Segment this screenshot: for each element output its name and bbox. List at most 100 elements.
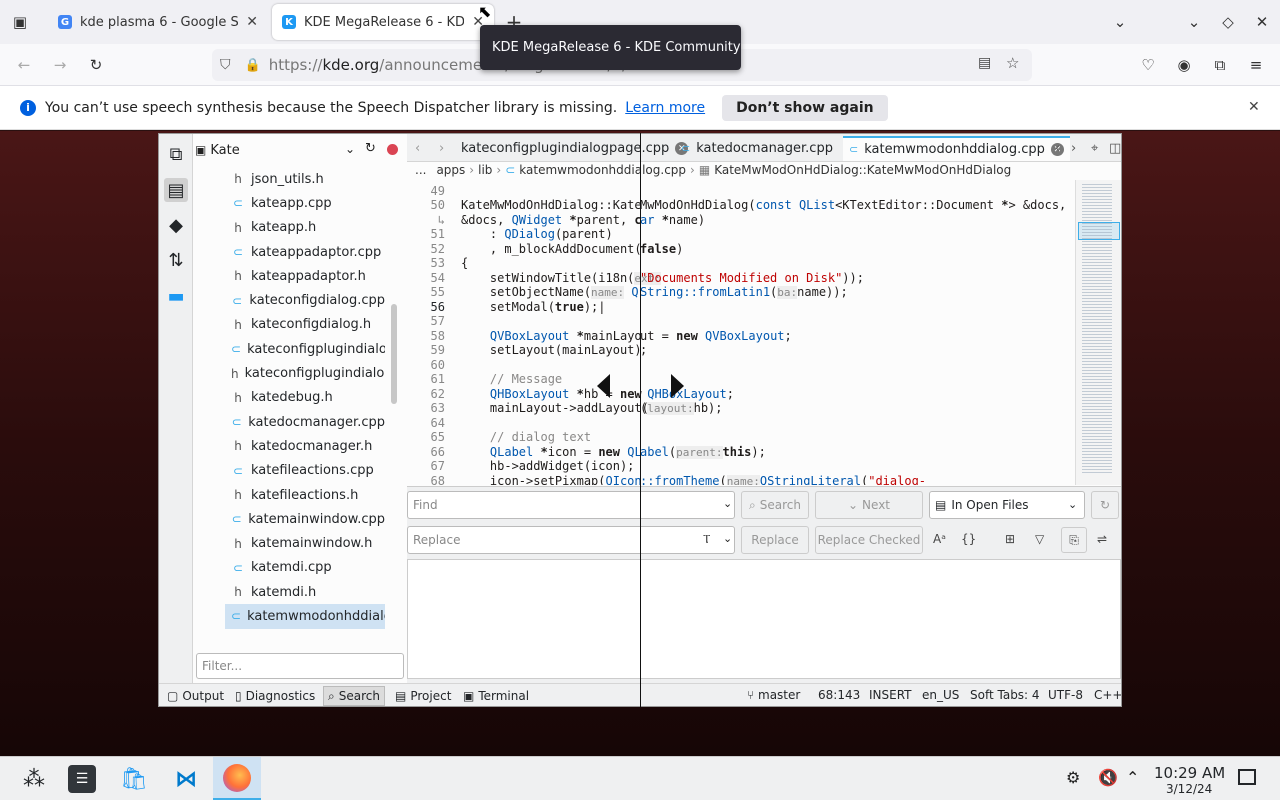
filter-input[interactable]: Filter... [196, 653, 404, 679]
close-window-icon[interactable]: ✕ [1250, 10, 1274, 34]
code-editor[interactable]: 49 50 ↳ 51 52 53 54 55 56 57 58 59 60 61 62 63 64 65 66 67 6… [407, 180, 1079, 485]
file-tree-item[interactable]: h kateappadaptor.h [225, 264, 385, 288]
account-icon[interactable]: ◉ [1172, 53, 1196, 77]
shield-icon[interactable]: ⛉ [220, 57, 231, 73]
breadcrumb-apps[interactable]: apps [436, 163, 465, 177]
tab-scroll-left-icon[interactable]: ‹ [1049, 136, 1066, 161]
refresh-search-icon[interactable]: ↻ [1091, 491, 1119, 519]
close-notification-icon[interactable]: ✕ [1248, 99, 1260, 115]
file-tree-item[interactable]: h kateconfigdialog.h [225, 313, 385, 337]
find-dropdown-icon[interactable]: ⌄ [723, 497, 732, 510]
file-tree-item[interactable]: ⊂ katemwmodonhddialo... [225, 604, 385, 629]
reader-view-icon[interactable]: ▤ [978, 55, 991, 71]
next-button[interactable]: ⌄ Next [815, 491, 923, 519]
file-tree-item[interactable]: h katedocmanager.h [225, 434, 385, 458]
list-all-tabs-icon[interactable]: ⌄ [1108, 10, 1132, 34]
cursor-position[interactable]: 68:143 [818, 688, 860, 702]
git-branch[interactable]: ⑂ master [747, 688, 800, 702]
syntax-mode[interactable]: C++ [1094, 688, 1121, 702]
back-arrow-icon[interactable]: ← [12, 53, 36, 77]
match-case-icon[interactable]: Aᵃ [933, 532, 946, 546]
file-tree-item[interactable]: h katemainwindow.h [225, 531, 385, 555]
minimize-chevron-icon[interactable]: ⌄ [1182, 10, 1206, 34]
breadcrumb-lib[interactable]: lib [478, 163, 492, 177]
search-scope-select[interactable]: ▤ In Open Files ⌄ [929, 491, 1085, 519]
app-launcher-icon[interactable]: ⁂ [10, 757, 58, 800]
volume-muted-icon[interactable]: 🔇 [1098, 768, 1118, 787]
clock-time[interactable]: 10:29 AM [1154, 764, 1225, 782]
system-tray-icon[interactable]: ⚙ [1066, 768, 1080, 787]
encoding[interactable]: UTF-8 [1048, 688, 1083, 702]
pin-icon[interactable]: ⌖ [1085, 136, 1104, 161]
split-view-icon[interactable]: ◫ [1103, 136, 1121, 161]
learn-more-link[interactable]: Learn more [625, 100, 705, 116]
new-tab-search-icon[interactable]: ⎘ [1061, 527, 1087, 553]
project-name[interactable]: Kate [210, 143, 239, 158]
tab-diagnostics[interactable]: ▯ Diagnostics [231, 686, 319, 706]
dont-show-again-button[interactable]: Don’t show again [722, 94, 888, 121]
symbols-icon[interactable]: ⇅ [164, 248, 188, 272]
extensions-icon[interactable]: ⧉ [1208, 53, 1232, 77]
lock-icon[interactable]: 🔒 [245, 58, 261, 73]
file-tree-item[interactable]: ⊂ kateconfigdialog.cpp [225, 288, 385, 312]
firefox-icon[interactable] [213, 757, 261, 800]
scroll-tabs-left-icon[interactable]: ‹ [409, 136, 426, 161]
search-results-list[interactable] [407, 559, 1121, 679]
browser-tab-kde[interactable]: K KDE MegaRelease 6 - KDE ✕ [272, 4, 494, 40]
menu-hamburger-icon[interactable]: ≡ [1244, 53, 1268, 77]
file-tree-item[interactable]: h katemdi.h [225, 580, 385, 604]
replace-button[interactable]: Replace [741, 526, 809, 554]
scroll-tabs-right-icon[interactable]: › [433, 136, 450, 161]
tab-terminal[interactable]: ▣ Terminal [459, 686, 533, 706]
close-tab-icon[interactable]: ✕ [246, 14, 258, 30]
file-tree-item[interactable]: ⊂ kateconfigplugindialo... [225, 337, 385, 361]
spell-dictionary[interactable]: en_US [922, 688, 959, 702]
file-tree-item[interactable]: ⊂ katemainwindow.cpp [225, 507, 385, 531]
tab-search[interactable]: ⌕ Search [323, 686, 385, 706]
git-icon[interactable]: ◆ [164, 213, 188, 237]
regex-icon[interactable]: {} [961, 532, 976, 546]
project-dropdown-icon[interactable]: ⌄ [345, 142, 355, 156]
reload-project-icon[interactable]: ↻ [365, 141, 376, 156]
text-format-icon[interactable]: Ⲧ [703, 532, 710, 547]
forward-arrow-icon[interactable]: → [48, 53, 72, 77]
tab-katedocmanager[interactable]: ⊂ katedocmanager.cpp [675, 136, 839, 161]
tab-kateconfigplugindialogpage[interactable]: kateconfigplugindialogpage.cpp ✕ [455, 136, 694, 161]
replace-dropdown-icon[interactable]: ⌄ [723, 532, 732, 545]
indentation-setting[interactable]: Soft Tabs: 4 [970, 688, 1040, 702]
divider-left-arrow-icon[interactable] [597, 374, 610, 398]
file-tree-item[interactable]: ⊂ katemdi.cpp [225, 556, 385, 580]
tab-katemwmodonhddialog[interactable]: ⊂ katemwmodonhddialog.cpp ✕ [843, 136, 1070, 161]
bookmark-star-icon[interactable]: ☆ [1006, 54, 1019, 72]
tab-project[interactable]: ▤ Project [391, 686, 455, 706]
reload-icon[interactable]: ↻ [84, 53, 108, 77]
find-input[interactable]: Find [407, 491, 735, 519]
file-tree-item[interactable]: h kateapp.h [225, 216, 385, 240]
divider-right-arrow-icon[interactable] [671, 374, 684, 398]
file-tree-item[interactable]: h katedebug.h [225, 386, 385, 410]
search-button[interactable]: ⌕ Search [741, 491, 809, 519]
file-tree-item[interactable]: h katefileactions.h [225, 483, 385, 507]
split-divider[interactable] [640, 133, 641, 707]
filter-results-icon[interactable]: ▽ [1035, 532, 1044, 546]
pocket-icon[interactable]: ♡ [1136, 53, 1160, 77]
file-tree-scrollbar[interactable] [391, 304, 397, 404]
tab-output[interactable]: ▢ Output [163, 686, 228, 706]
file-tree-item[interactable]: ⊂ kateapp.cpp [225, 191, 385, 215]
browser-tab-google[interactable]: G kde plasma 6 - Google Sea ✕ [48, 4, 268, 40]
filesystem-browser-icon[interactable]: ▤ [164, 178, 188, 202]
tray-expand-icon[interactable]: ⌃ [1126, 768, 1139, 787]
tab-scroll-right-icon[interactable]: › [1065, 136, 1082, 161]
expand-results-icon[interactable]: ⊞ [1005, 532, 1015, 546]
system-settings-icon[interactable]: ☰ [58, 757, 106, 800]
more-options-icon[interactable]: ⇌ [1097, 532, 1107, 546]
projects-folder-icon[interactable]: ▬ [164, 284, 188, 308]
file-tree-item[interactable]: h json_utils.h [225, 167, 385, 191]
replace-input[interactable]: Replace [407, 526, 735, 554]
close-project-icon[interactable] [387, 144, 398, 155]
vscode-icon[interactable]: ⋈ [162, 757, 210, 800]
file-tree-item[interactable]: ⊂ kateappadaptor.cpp [225, 240, 385, 264]
file-tree-item[interactable]: ⊂ katefileactions.cpp [225, 459, 385, 483]
file-tree-item[interactable]: h kateconfigplugindialo... [225, 361, 385, 385]
maximize-diamond-icon[interactable]: ◇ [1216, 10, 1240, 34]
